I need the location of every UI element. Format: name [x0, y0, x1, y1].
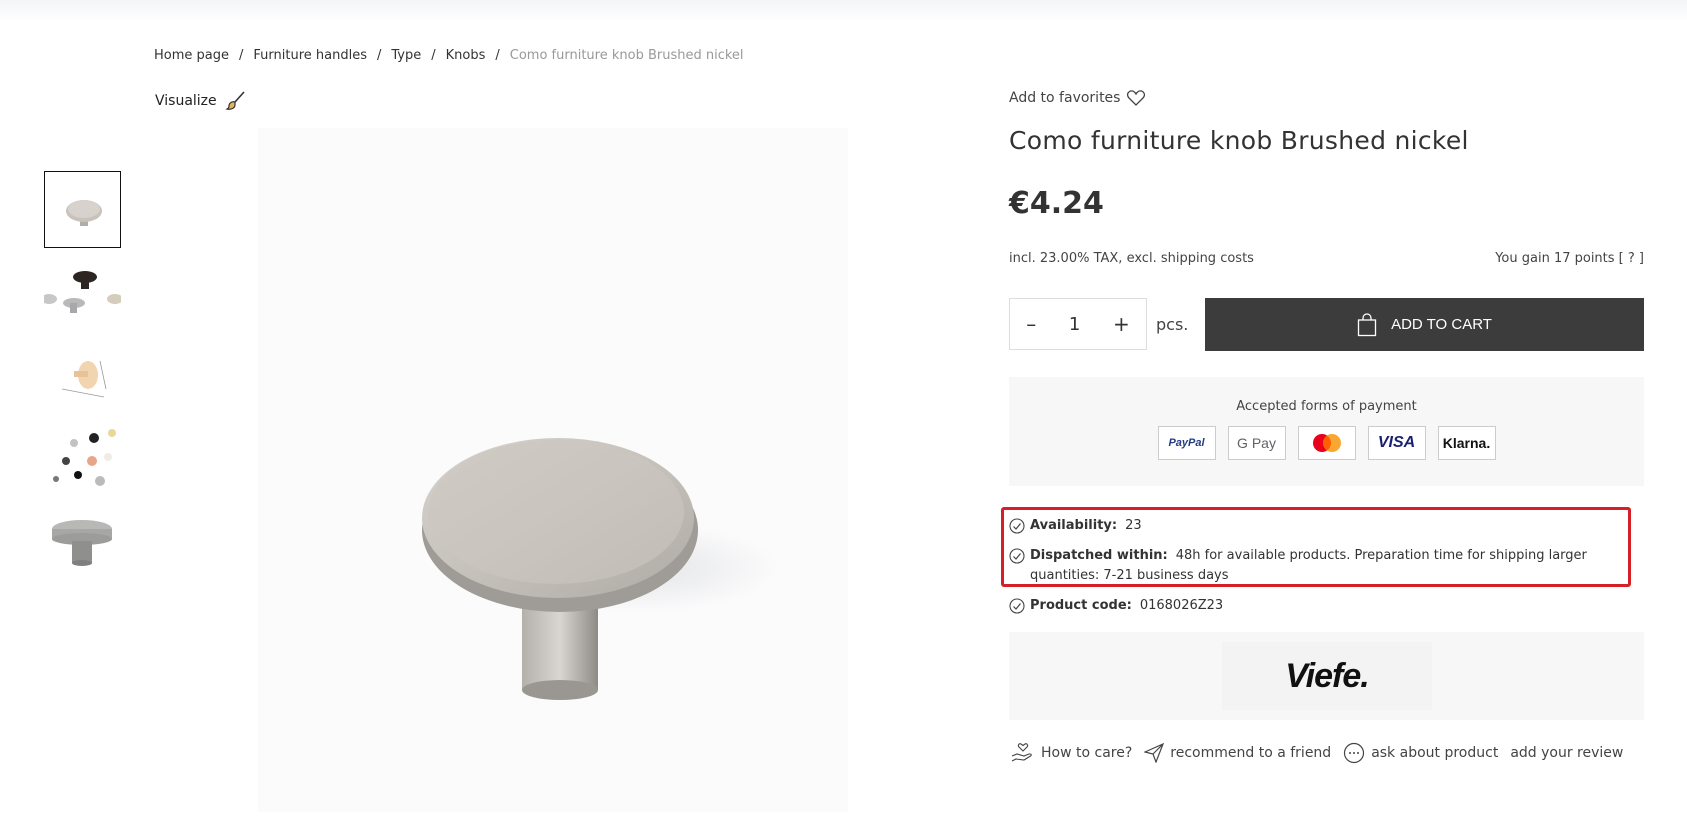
how-to-care-link[interactable]: How to care? — [1011, 742, 1132, 764]
dispatch-label: Dispatched within: — [1030, 548, 1168, 563]
loyalty-points[interactable]: You gain 17 points [ ? ] — [1495, 251, 1644, 266]
breadcrumb-separator: / — [239, 48, 244, 63]
check-circle-icon — [1009, 548, 1025, 564]
breadcrumb: Home page / Furniture handles / Type / Knobs / C… — [154, 48, 744, 63]
recommend-label: recommend to a friend — [1170, 745, 1332, 761]
thumbnail-knob-side[interactable] — [44, 507, 121, 584]
recommend-link[interactable]: recommend to a friend — [1144, 743, 1331, 763]
add-to-cart-label: ADD TO CART — [1391, 316, 1492, 333]
visualize-button[interactable]: Visualize — [155, 90, 247, 112]
tax-note: incl. 23.00% TAX, excl. shipping costs — [1009, 251, 1254, 266]
thumbnail-strip — [44, 171, 121, 591]
top-bar — [0, 0, 1687, 22]
quantity-increase-button[interactable]: + — [1113, 312, 1130, 336]
thumbnail-knob-collection[interactable] — [44, 423, 121, 500]
add-to-favorites-label: Add to favorites — [1009, 90, 1121, 106]
thumbnail-knob-colors[interactable] — [44, 255, 121, 332]
heart-icon — [1127, 90, 1146, 106]
thumbnail-knob-dimensions[interactable] — [44, 339, 121, 416]
payment-methods-title: Accepted forms of payment — [1236, 399, 1417, 414]
breadcrumb-home[interactable]: Home page — [154, 48, 229, 63]
thumbnail-knob-front[interactable] — [44, 171, 121, 248]
check-circle-icon — [1009, 598, 1025, 614]
availability-row: Availability: 23 — [1009, 516, 1619, 536]
breadcrumb-separator: / — [376, 48, 382, 63]
product-code-value: 0168026Z23 — [1139, 598, 1224, 613]
breadcrumb-furniture-handles[interactable]: Furniture handles — [253, 48, 367, 63]
product-info-list: Availability: 23 Dispatched within: 48h f… — [1009, 516, 1619, 626]
klarna-logo: Klarna. — [1437, 426, 1496, 460]
dispatch-row: Dispatched within: 48h for available prod… — [1009, 546, 1619, 586]
ask-about-product-label: ask about product — [1371, 745, 1499, 761]
availability-value: 23 — [1125, 518, 1142, 533]
breadcrumb-separator: / — [431, 48, 436, 63]
visualize-label: Visualize — [155, 93, 217, 109]
breadcrumb-separator: / — [495, 48, 500, 63]
google-pay-logo: G Pay — [1227, 426, 1286, 460]
hand-heart-icon — [1011, 743, 1032, 762]
availability-label: Availability: — [1030, 518, 1118, 533]
chat-bubble-icon — [1344, 742, 1365, 764]
quantity-stepper: – 1 + — [1009, 298, 1147, 350]
quantity-unit: pcs. — [1156, 315, 1189, 334]
payment-methods-panel: Accepted forms of payment PayPal G Pay V… — [1009, 377, 1644, 486]
add-to-cart-button[interactable]: ADD TO CART — [1205, 298, 1644, 351]
breadcrumb-knobs[interactable]: Knobs — [446, 48, 486, 63]
how-to-care-label: How to care? — [1041, 745, 1133, 761]
product-price: €4.24 — [1009, 186, 1104, 221]
product-title: Como furniture knob Brushed nickel — [1009, 126, 1469, 155]
add-review-label: add your review — [1510, 745, 1624, 761]
add-review-link[interactable]: add your review — [1510, 745, 1623, 761]
paypal-logo: PayPal — [1157, 426, 1216, 460]
add-to-favorites-button[interactable]: Add to favorites — [1009, 90, 1146, 106]
product-code-row: Product code: 0168026Z23 — [1009, 596, 1619, 616]
product-actions: How to care? recommend to a friend ask a… — [1011, 742, 1623, 764]
breadcrumb-current: Como furniture knob Brushed nickel — [509, 48, 744, 63]
product-code-label: Product code: — [1030, 598, 1132, 613]
check-circle-icon — [1009, 518, 1025, 534]
quantity-decrease-button[interactable]: – — [1026, 312, 1036, 336]
brand-panel: Viefe. — [1009, 632, 1644, 720]
knob-product-photo — [422, 438, 778, 700]
brand-logo[interactable]: Viefe. — [1222, 642, 1432, 710]
ask-about-product-link[interactable]: ask about product — [1343, 742, 1498, 764]
breadcrumb-type[interactable]: Type — [391, 48, 421, 63]
quantity-input[interactable]: 1 — [1069, 314, 1080, 335]
shopping-bag-icon — [1357, 312, 1377, 336]
paper-plane-icon — [1144, 743, 1165, 763]
paintbrush-icon — [224, 91, 245, 110]
visa-logo: VISA — [1367, 426, 1426, 460]
main-product-image[interactable] — [258, 128, 848, 812]
mastercard-logo — [1297, 426, 1356, 460]
